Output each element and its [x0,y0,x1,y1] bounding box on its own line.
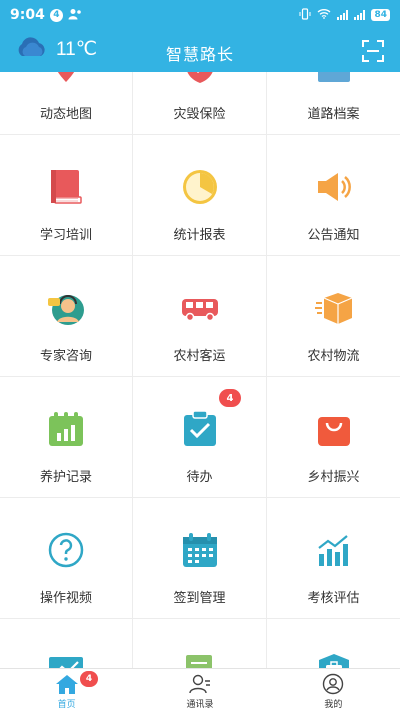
map-icon [46,72,86,86]
wifi-icon [317,8,331,22]
grid-item-label: 考核评估 [307,591,360,606]
grid-item-disaster-insurance[interactable]: 灾毁保险 [133,72,267,135]
grid-item-dynamic-map[interactable]: 动态地图 [0,72,133,135]
contacts-icon [189,674,210,694]
grid-item-briefcase[interactable] [267,619,400,668]
shopping-bag-icon [314,409,354,449]
person-icon [68,8,82,23]
grid-item-expert-consult[interactable]: 专家咨询 [0,256,133,377]
grid-item-label: 统计报表 [173,228,226,243]
document-edit-icon [180,651,220,668]
grid-item-assessment[interactable]: 考核评估 [267,498,400,619]
todo-badge: 4 [219,389,241,407]
bus-icon [180,288,220,328]
book-icon [46,167,86,207]
insurance-icon [180,72,220,86]
grid-item-label: 动态地图 [39,107,92,122]
grid-item-label: 学习培训 [39,228,92,243]
grid-item-label: 操作视频 [39,591,92,606]
battery-indicator: 84 [371,9,390,21]
function-grid: 动态地图 灾毁保险 道路档案 学习培训 统计报表 公告通知 专家咨询 农村客运 … [0,72,400,668]
grid-item-rural-revitalization[interactable]: 乡村振兴 [267,377,400,498]
tab-label: 首页 [57,700,76,710]
grid-item-rural-logistics[interactable]: 农村物流 [267,256,400,377]
archive-icon [314,72,354,86]
grid-item-statistics[interactable]: 统计报表 [133,135,267,256]
help-icon [46,530,86,570]
status-bar: 9:04 4 84 [0,0,400,30]
trend-board-icon [46,651,86,668]
grid-item-label: 乡村振兴 [307,470,360,485]
signal-icon-2 [354,10,366,20]
grid-item-label: 养护记录 [39,470,92,485]
package-icon [314,288,354,328]
grid-item-tutorial-videos[interactable]: 操作视频 [0,498,133,619]
grid-item-document-edit[interactable] [133,619,267,668]
tab-label: 通讯录 [186,700,214,710]
scan-button[interactable] [362,40,384,62]
status-time: 9:04 [10,7,45,23]
bottom-tab-bar: 4 首页 通讯录 我的 [0,668,400,711]
grid-item-todo[interactable]: 4 待办 [133,377,267,498]
grid-item-road-archive[interactable]: 道路档案 [267,72,400,135]
grid-item-label: 农村物流 [307,349,360,364]
grid-item-label: 待办 [186,470,213,485]
expert-icon [46,288,86,328]
grid-item-announcements[interactable]: 公告通知 [267,135,400,256]
tab-home[interactable]: 4 首页 [0,669,133,711]
app-header: 11℃ 智慧路长 [0,30,400,72]
briefcase-icon [314,651,354,668]
home-icon [55,675,78,694]
tab-label: 我的 [324,700,343,710]
calendar-icon [180,530,220,570]
tab-contacts[interactable]: 通讯录 [133,669,266,711]
clipboard-check-icon [180,409,220,449]
notification-count: 4 [49,8,63,22]
grid-item-label: 农村客运 [173,349,226,364]
grid-item-trend-board[interactable] [0,619,133,668]
signal-icon [337,10,349,20]
grid-item-maintenance-records[interactable]: 养护记录 [0,377,133,498]
grid-item-rural-passenger[interactable]: 农村客运 [133,256,267,377]
profile-icon [323,673,344,695]
grid-item-training[interactable]: 学习培训 [0,135,133,256]
grid-item-label: 专家咨询 [39,349,92,364]
grid-item-label: 公告通知 [307,228,360,243]
tab-profile[interactable]: 我的 [267,669,400,711]
grid-item-label: 签到管理 [173,591,226,606]
pie-chart-icon [180,167,220,207]
grid-item-label: 道路档案 [307,107,360,122]
bar-chart-icon [314,530,354,570]
grid-item-checkin[interactable]: 签到管理 [133,498,267,619]
scan-icon [362,40,384,62]
vibrate-icon [299,7,311,23]
grid-item-label: 灾毁保险 [173,107,226,122]
page-title: 智慧路长 [165,45,234,64]
megaphone-icon [314,167,354,207]
calendar-chart-icon [46,409,86,449]
home-badge: 4 [80,671,98,687]
